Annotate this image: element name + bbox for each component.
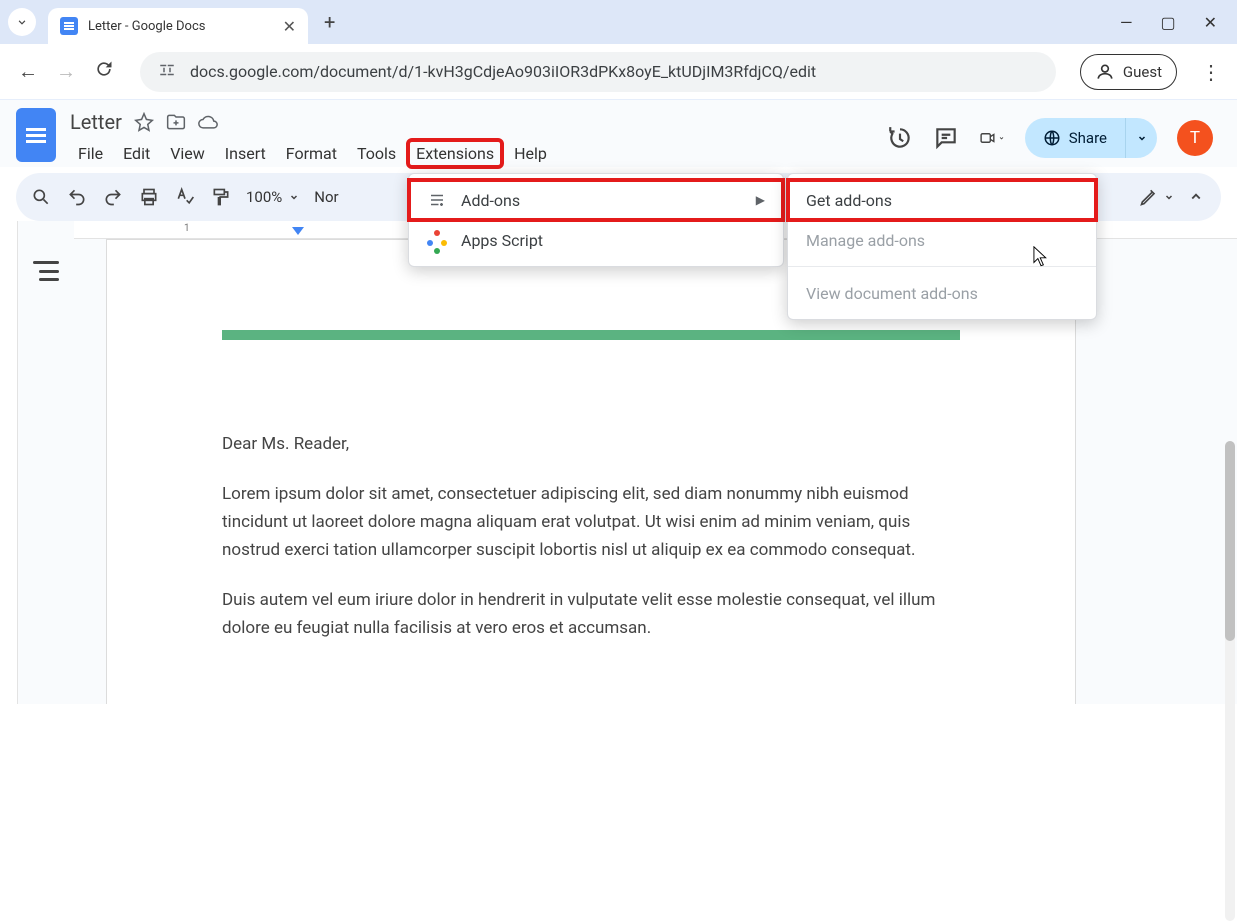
menu-separator bbox=[788, 266, 1096, 267]
person-icon bbox=[1095, 62, 1115, 82]
menu-bar: File Edit View Insert Format Tools Exten… bbox=[70, 140, 873, 167]
menu-format[interactable]: Format bbox=[278, 140, 345, 167]
cloud-status-icon[interactable] bbox=[198, 112, 218, 132]
profile-label: Guest bbox=[1123, 63, 1162, 81]
profile-button[interactable]: Guest bbox=[1080, 54, 1177, 90]
browser-tab[interactable]: Letter - Google Docs ✕ bbox=[48, 8, 308, 44]
window-controls: — ▢ ✕ bbox=[1120, 13, 1229, 32]
nav-forward-button[interactable]: → bbox=[54, 59, 78, 84]
menu-help[interactable]: Help bbox=[506, 140, 555, 167]
pencil-icon bbox=[1139, 187, 1159, 207]
menu-file[interactable]: File bbox=[70, 140, 111, 167]
manage-addons-item[interactable]: Manage add-ons bbox=[788, 220, 1096, 260]
menu-tools[interactable]: Tools bbox=[349, 140, 404, 167]
chevron-down-icon bbox=[1163, 191, 1175, 203]
tab-history-dropdown[interactable] bbox=[8, 8, 36, 36]
document-accent-bar bbox=[222, 330, 960, 340]
menu-insert[interactable]: Insert bbox=[217, 140, 274, 167]
vertical-scrollbar[interactable] bbox=[1225, 441, 1235, 921]
comments-icon[interactable] bbox=[933, 125, 959, 151]
nav-reload-button[interactable] bbox=[92, 59, 116, 84]
share-button[interactable]: Share bbox=[1025, 118, 1125, 158]
site-settings-icon[interactable] bbox=[158, 61, 176, 83]
spellcheck-button[interactable] bbox=[174, 186, 196, 208]
user-avatar[interactable]: T bbox=[1177, 120, 1213, 156]
redo-button[interactable] bbox=[102, 186, 124, 208]
search-menus-button[interactable] bbox=[30, 186, 52, 208]
zoom-value: 100% bbox=[246, 188, 282, 206]
view-doc-addons-item[interactable]: View document add-ons bbox=[788, 273, 1096, 313]
window-close-button[interactable]: ✕ bbox=[1204, 13, 1217, 32]
extensions-dropdown: Add-ons ▶ Apps Script bbox=[408, 173, 784, 267]
body-paragraph-1[interactable]: Lorem ipsum dolor sit amet, consectetuer… bbox=[222, 480, 960, 564]
reload-icon bbox=[94, 59, 114, 79]
body-paragraph-2[interactable]: Duis autem vel eum iriure dolor in hendr… bbox=[222, 586, 960, 642]
mouse-cursor-icon bbox=[1033, 246, 1049, 268]
window-minimize-button[interactable]: — bbox=[1120, 13, 1133, 32]
docs-home-button[interactable] bbox=[16, 108, 56, 162]
new-tab-button[interactable]: + bbox=[324, 10, 335, 34]
globe-icon bbox=[1043, 129, 1061, 147]
paint-format-button[interactable] bbox=[210, 186, 232, 208]
tab-close-button[interactable]: ✕ bbox=[283, 17, 296, 36]
print-button[interactable] bbox=[138, 186, 160, 208]
star-icon[interactable] bbox=[134, 112, 154, 132]
indent-marker-icon[interactable] bbox=[292, 227, 304, 235]
share-label: Share bbox=[1069, 129, 1107, 147]
tab-title: Letter - Google Docs bbox=[88, 19, 273, 34]
addons-icon bbox=[427, 190, 447, 210]
chevron-down-icon bbox=[998, 133, 1005, 143]
docs-favicon-icon bbox=[60, 17, 78, 35]
meet-icon[interactable] bbox=[979, 125, 1005, 151]
browser-menu-button[interactable]: ⋮ bbox=[1201, 60, 1221, 84]
history-icon[interactable] bbox=[887, 125, 913, 151]
browser-toolbar: ← → docs.google.com/document/d/1-kvH3gCd… bbox=[0, 44, 1237, 100]
vertical-ruler[interactable] bbox=[0, 221, 18, 704]
undo-button[interactable] bbox=[66, 186, 88, 208]
menu-extensions[interactable]: Extensions bbox=[408, 140, 502, 167]
scrollbar-thumb[interactable] bbox=[1225, 441, 1235, 641]
chevron-down-icon bbox=[15, 15, 29, 29]
addons-menu-item[interactable]: Add-ons ▶ bbox=[409, 180, 783, 220]
ruler-mark: 1 bbox=[184, 223, 190, 234]
zoom-dropdown[interactable]: 100% bbox=[246, 188, 300, 206]
apps-script-icon bbox=[427, 230, 447, 250]
document-outline-button[interactable] bbox=[33, 261, 59, 281]
submenu-arrow-icon: ▶ bbox=[756, 193, 765, 207]
nav-back-button[interactable]: ← bbox=[16, 59, 40, 84]
greeting-text[interactable]: Dear Ms. Reader, bbox=[222, 430, 960, 458]
chevron-down-icon bbox=[1136, 132, 1148, 144]
menu-view[interactable]: View bbox=[162, 140, 213, 167]
avatar-letter: T bbox=[1190, 128, 1200, 148]
addons-label: Add-ons bbox=[461, 191, 742, 210]
window-maximize-button[interactable]: ▢ bbox=[1160, 13, 1175, 32]
address-bar[interactable]: docs.google.com/document/d/1-kvH3gCdjeAo… bbox=[140, 52, 1056, 92]
collapse-toolbar-button[interactable] bbox=[1185, 186, 1207, 208]
get-addons-label: Get add-ons bbox=[806, 191, 1078, 210]
view-doc-addons-label: View document add-ons bbox=[806, 284, 1078, 303]
editing-mode-button[interactable] bbox=[1139, 187, 1175, 207]
url-text: docs.google.com/document/d/1-kvH3gCdjeAo… bbox=[190, 62, 816, 81]
apps-script-label: Apps Script bbox=[461, 231, 765, 250]
menu-edit[interactable]: Edit bbox=[115, 140, 158, 167]
move-icon[interactable] bbox=[166, 112, 186, 132]
share-dropdown-button[interactable] bbox=[1125, 118, 1157, 158]
get-addons-item[interactable]: Get add-ons bbox=[788, 180, 1096, 220]
styles-dropdown-partial[interactable]: Nor bbox=[314, 188, 338, 206]
docs-header: Letter File Edit View Insert Format Tool… bbox=[0, 100, 1237, 167]
share-button-group: Share bbox=[1025, 118, 1157, 158]
browser-tab-bar: Letter - Google Docs ✕ + — ▢ ✕ bbox=[0, 0, 1237, 44]
apps-script-menu-item[interactable]: Apps Script bbox=[409, 220, 783, 260]
chevron-down-icon bbox=[288, 191, 300, 203]
addons-submenu: Get add-ons Manage add-ons View document… bbox=[787, 173, 1097, 320]
document-title[interactable]: Letter bbox=[70, 110, 122, 134]
